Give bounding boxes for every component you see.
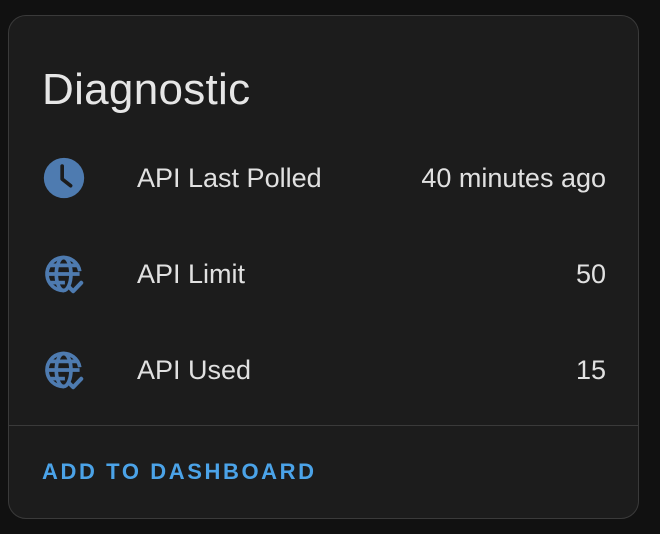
entity-name: API Last Polled bbox=[137, 163, 322, 193]
entity-row-api-limit[interactable]: API Limit 50 bbox=[9, 238, 638, 310]
clock-icon bbox=[42, 156, 86, 200]
entity-name: API Limit bbox=[137, 259, 246, 289]
entity-name: API Used bbox=[137, 355, 252, 385]
entity-state: 15 bbox=[575, 355, 606, 385]
entity-state: 40 minutes ago bbox=[421, 163, 606, 193]
web-check-icon bbox=[42, 348, 86, 392]
diagnostic-card: Diagnostic API Last Polled 40 minutes ag… bbox=[8, 15, 639, 519]
card-title: Diagnostic bbox=[42, 65, 251, 114]
web-check-icon bbox=[42, 252, 86, 296]
entity-row-api-used[interactable]: API Used 15 bbox=[9, 334, 638, 406]
entity-state: 50 bbox=[575, 259, 606, 289]
add-to-dashboard-button[interactable]: ADD TO DASHBOARD bbox=[26, 446, 333, 498]
entity-row-api-last-polled[interactable]: API Last Polled 40 minutes ago bbox=[9, 142, 638, 214]
card-actions-divider bbox=[9, 425, 638, 426]
